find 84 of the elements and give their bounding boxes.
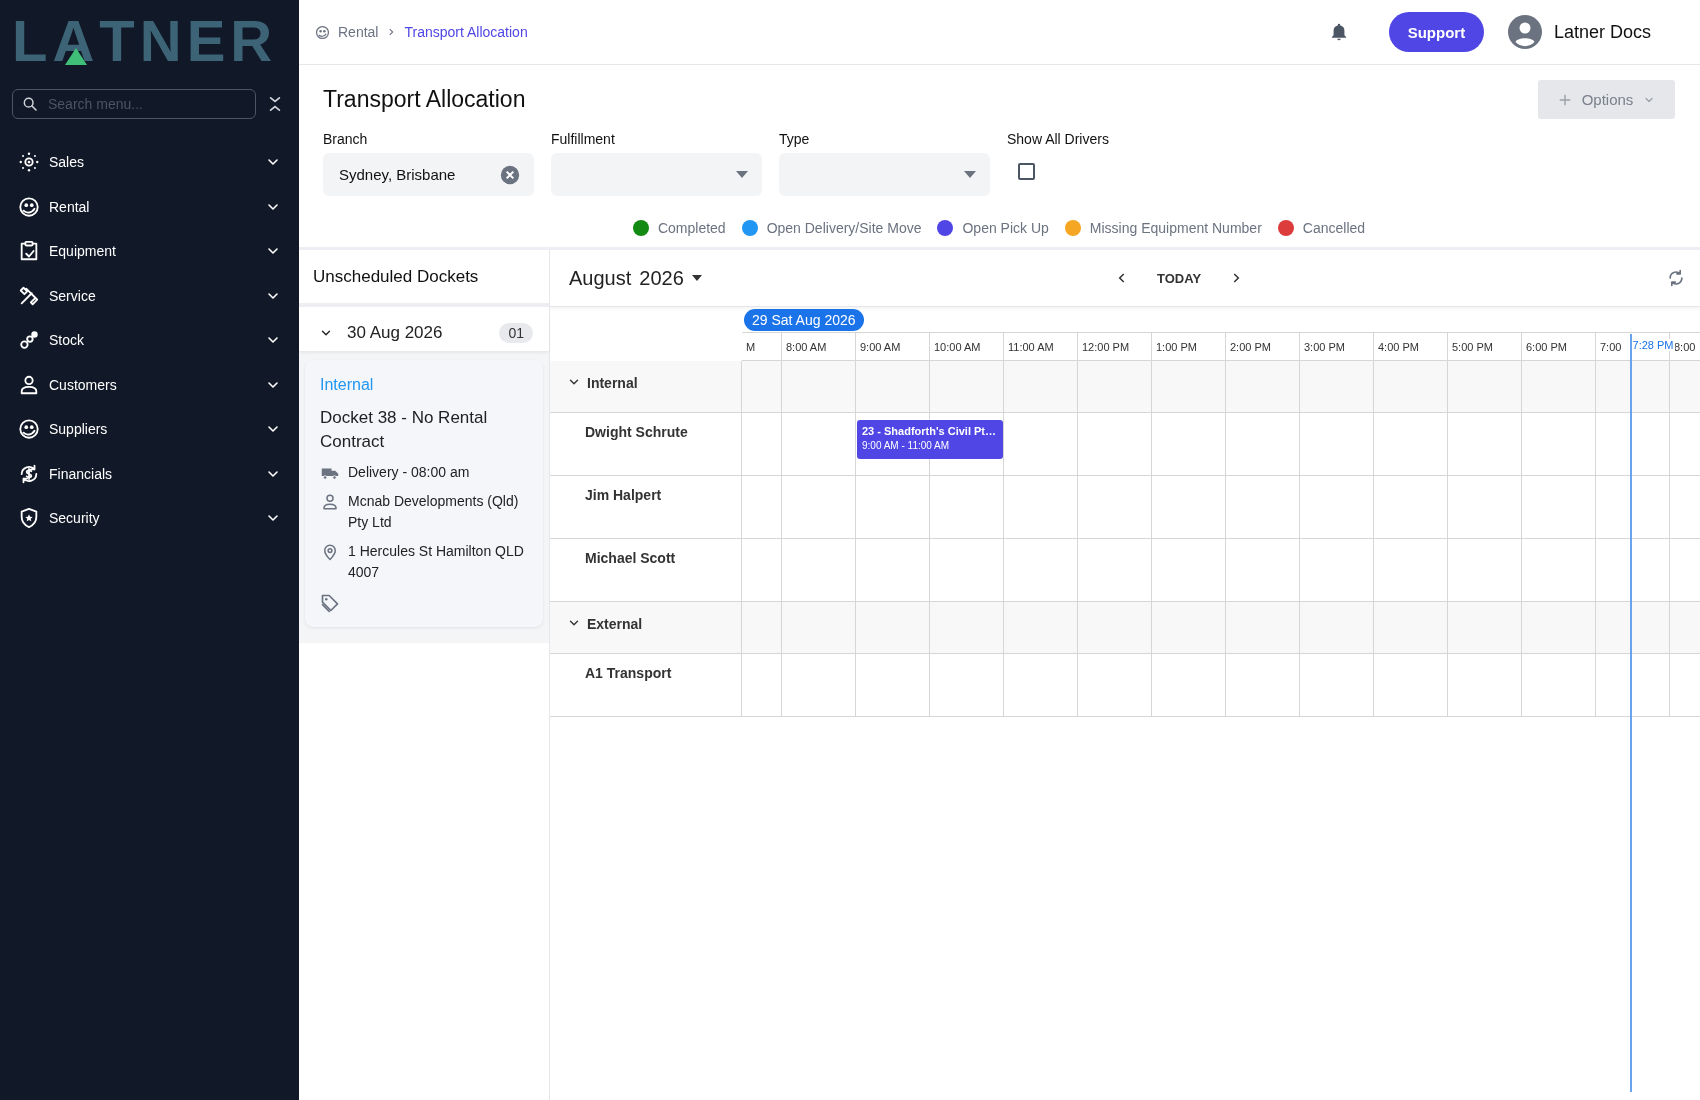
docket-card[interactable]: Internal Docket 38 - No Rental Contract Delivery - 08:00 am Mcnab Developments (Qld) Pty Ltd 1 Hercules St Hamilton QLD 4007 — [305, 360, 543, 627]
time-label: 8:00 — [1674, 340, 1696, 353]
filter-label: Show All Drivers — [1007, 131, 1110, 147]
legend-label: Open Delivery/Site Move — [766, 220, 922, 236]
date-row[interactable]: 30 Aug 2026 01 — [299, 315, 549, 351]
today-button[interactable]: TODAY — [1151, 269, 1208, 287]
shield-star-icon — [18, 507, 40, 530]
search-icon — [22, 96, 38, 112]
menu-item[interactable]: Rental — [12, 184, 287, 229]
user-name[interactable]: Latner Docs — [1553, 21, 1651, 43]
person-icon — [18, 373, 40, 396]
breadcrumb-link[interactable]: Rental — [338, 24, 379, 40]
menu-item[interactable]: Equipment — [12, 229, 287, 274]
time-label: 11:00 AM — [1008, 340, 1054, 353]
driver-name: Jim Halpert — [585, 487, 662, 503]
dollar-cycle-icon — [18, 462, 40, 485]
month-picker[interactable]: August 2026 — [569, 266, 1115, 290]
gears-icon — [18, 329, 40, 352]
clear-icon[interactable] — [500, 164, 520, 185]
menu-item[interactable]: Stock — [12, 318, 287, 363]
dots-circle-icon — [18, 195, 40, 218]
refresh-icon[interactable] — [1666, 268, 1686, 288]
customer-name: Mcnab Developments (Qld) Pty Ltd — [348, 491, 520, 532]
address: 1 Hercules St Hamilton QLD 4007 — [348, 541, 525, 582]
time-label: 3:00 PM — [1304, 340, 1345, 353]
menu-item[interactable]: Sales — [12, 140, 287, 185]
filter-label: Type — [779, 131, 811, 147]
select-field[interactable]: Sydney, Brisbane — [323, 153, 534, 196]
breadcrumb-link[interactable]: Transport Allocation — [404, 24, 528, 40]
menu-item[interactable]: Financials — [12, 451, 287, 496]
docket-title: Docket 38 - No Rental Contract — [320, 407, 489, 453]
tools-icon — [18, 284, 40, 307]
dropdown-arrow-icon — [691, 275, 702, 281]
menu-item[interactable]: Suppliers — [12, 407, 287, 452]
event-block[interactable]: 23 - Shadforth's Civil Pt… 9:00 AM - 11:00 AM — [857, 420, 1003, 459]
legend-label: Cancelled — [1302, 220, 1366, 236]
plus-icon — [1557, 92, 1572, 107]
time-label: 5:00 PM — [1452, 340, 1493, 353]
time-label: M — [746, 340, 756, 353]
collapse-icon[interactable] — [268, 95, 282, 113]
time-label: 1:00 PM — [1156, 340, 1197, 353]
dropdown-arrow-icon — [964, 170, 976, 179]
time-label: 6:00 PM — [1526, 340, 1567, 353]
select-field[interactable] — [779, 153, 990, 196]
menu-item[interactable]: Service — [12, 273, 287, 318]
clipboard-check-icon — [18, 240, 40, 263]
legend-label: Missing Equipment Number — [1089, 220, 1262, 236]
time-label: 4:00 PM — [1378, 340, 1419, 353]
date-chip: 29 Sat Aug 2026 — [744, 309, 864, 331]
current-time-label: 7:28 PM — [1631, 339, 1675, 351]
legend-label: Open Pick Up — [962, 220, 1049, 236]
page-title: Transport Allocation — [323, 86, 526, 113]
driver-name: Michael Scott — [585, 550, 676, 566]
legend-label: Completed — [657, 220, 726, 236]
time-label: 10:00 AM — [934, 340, 981, 353]
menu-item[interactable]: Customers — [12, 362, 287, 407]
menu-item[interactable]: Security — [12, 496, 287, 541]
count-badge: 01 — [499, 323, 533, 343]
logo: LATNER — [12, 12, 278, 70]
panel-title: Unscheduled Dockets — [299, 250, 549, 307]
support-button[interactable]: Support — [1388, 12, 1484, 52]
avatar-icon[interactable] — [1507, 15, 1542, 49]
person-icon — [320, 492, 340, 511]
time-label: 7:00 — [1600, 340, 1622, 353]
driver-name: Dwight Schrute — [585, 424, 688, 440]
time-label: 8:00 AM — [786, 340, 827, 353]
dots-circle-icon — [315, 24, 330, 40]
filter-label: Branch — [323, 131, 369, 147]
dropdown-arrow-icon — [736, 170, 748, 179]
dots-circle-icon — [18, 418, 40, 441]
checkbox[interactable] — [1018, 163, 1035, 180]
select-field[interactable] — [551, 153, 762, 196]
sparkle-icon — [18, 151, 40, 174]
driver-name: A1 Transport — [585, 665, 672, 681]
time-label: 2:00 PM — [1230, 340, 1271, 353]
tag-icon — [320, 592, 340, 613]
docket-type: Internal — [320, 376, 375, 394]
delivery-time: Delivery - 08:00 am — [348, 462, 470, 482]
search-field[interactable]: Search menu... — [12, 89, 256, 119]
filter-label: Fulfillment — [551, 131, 616, 147]
time-label: 9:00 AM — [860, 340, 901, 353]
time-label: 12:00 PM — [1082, 340, 1130, 353]
group-name: Internal — [587, 375, 638, 391]
group-name: External — [587, 616, 643, 632]
